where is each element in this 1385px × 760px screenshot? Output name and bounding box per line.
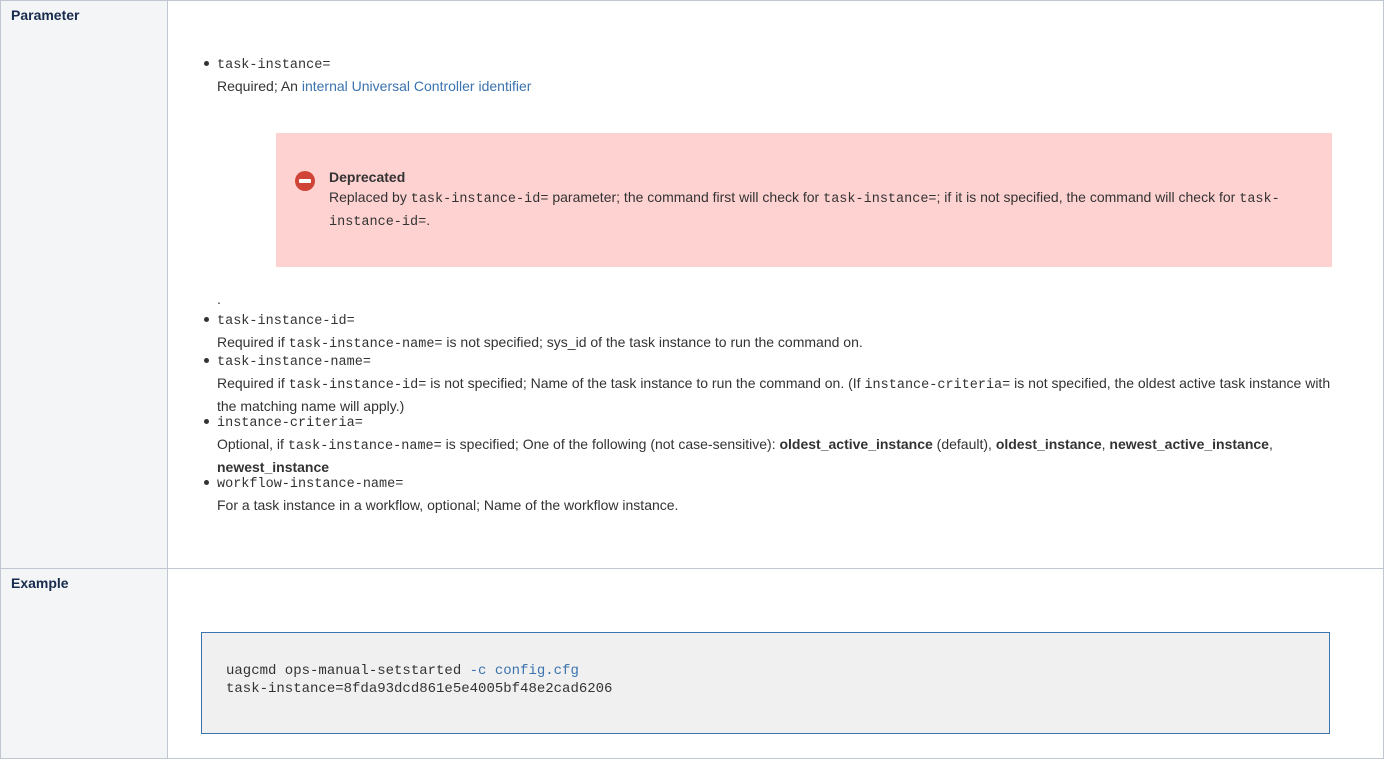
- warning-text-part: .: [426, 212, 431, 228]
- value-keyword: oldest_active_instance: [779, 436, 933, 452]
- desc-code: instance-criteria=: [864, 378, 1011, 393]
- bullet-icon: [204, 61, 209, 66]
- separator-dot: .: [217, 291, 221, 307]
- param-name: task-instance=: [217, 58, 331, 73]
- list-item-instance-criteria: instance-criteria= Optional, if task-ins…: [204, 411, 1342, 477]
- warning-text: Replaced by task-instance-id= parameter;…: [329, 187, 1319, 233]
- error-icon: [295, 171, 315, 191]
- list-item-workflow-instance-name: workflow-instance-name= For a task insta…: [204, 472, 1342, 515]
- code-argument: -c config.cfg: [469, 663, 579, 679]
- desc-text: is not specified; sys_id of the task ins…: [442, 334, 863, 350]
- param-description: Required if task-instance-id= is not spe…: [217, 373, 1342, 416]
- param-name: task-instance-id=: [217, 314, 355, 329]
- identifier-link[interactable]: internal Universal Controller identifier: [302, 78, 532, 94]
- bullet-icon: [204, 358, 209, 363]
- param-description-text: Required; An: [217, 78, 302, 94]
- warning-code: task-instance=: [823, 192, 937, 207]
- param-description: Required; An internal Universal Controll…: [217, 76, 1342, 96]
- code-command: uagcmd ops-manual-setstarted: [226, 663, 470, 679]
- param-name: instance-criteria=: [217, 416, 363, 431]
- warning-text-part: Replaced by: [329, 189, 411, 205]
- desc-text: Required if: [217, 375, 289, 391]
- desc-code: task-instance-name=: [287, 439, 442, 454]
- bullet-icon: [204, 419, 209, 424]
- warning-title: Deprecated: [329, 169, 406, 185]
- param-name: task-instance-name=: [217, 355, 371, 370]
- desc-text: is not specified; Name of the task insta…: [426, 375, 865, 391]
- list-item-task-instance-id: task-instance-id= Required if task-insta…: [204, 309, 1342, 355]
- code-line-1: uagcmd ops-manual-setstarted -c config.c…: [226, 662, 579, 680]
- warning-text-part: ; if it is not specified, the command wi…: [936, 189, 1240, 205]
- warning-code: task-instance-id=: [410, 192, 549, 207]
- bullet-icon: [204, 317, 209, 322]
- parameter-header: Parameter: [0, 0, 168, 569]
- desc-text: Required if: [217, 334, 289, 350]
- value-keyword: oldest_instance: [995, 436, 1102, 452]
- code-line-2: task-instance=8fda93dcd861e5e4005bf48e2c…: [226, 681, 613, 697]
- deprecated-warning-panel: Deprecated Replaced by task-instance-id=…: [276, 133, 1332, 267]
- list-item-task-instance: task-instance= Required; An internal Uni…: [204, 53, 1342, 96]
- example-code-block: uagcmd ops-manual-setstarted -c config.c…: [201, 632, 1330, 734]
- warning-text-part: parameter; the command first will check …: [548, 189, 824, 205]
- param-description: For a task instance in a workflow, optio…: [217, 497, 679, 513]
- desc-text: ,: [1268, 436, 1273, 452]
- bullet-icon: [204, 480, 209, 485]
- value-keyword: newest_active_instance: [1109, 436, 1269, 452]
- desc-text: is specified; One of the following (not …: [441, 436, 780, 452]
- desc-code: task-instance-id=: [288, 378, 427, 393]
- param-name: workflow-instance-name=: [217, 477, 404, 492]
- desc-text: (default),: [932, 436, 996, 452]
- example-header: Example: [0, 568, 168, 759]
- list-item-task-instance-name: task-instance-name= Required if task-ins…: [204, 350, 1342, 416]
- desc-text: Optional, if: [217, 436, 288, 452]
- param-description: Optional, if task-instance-name= is spec…: [217, 434, 1342, 477]
